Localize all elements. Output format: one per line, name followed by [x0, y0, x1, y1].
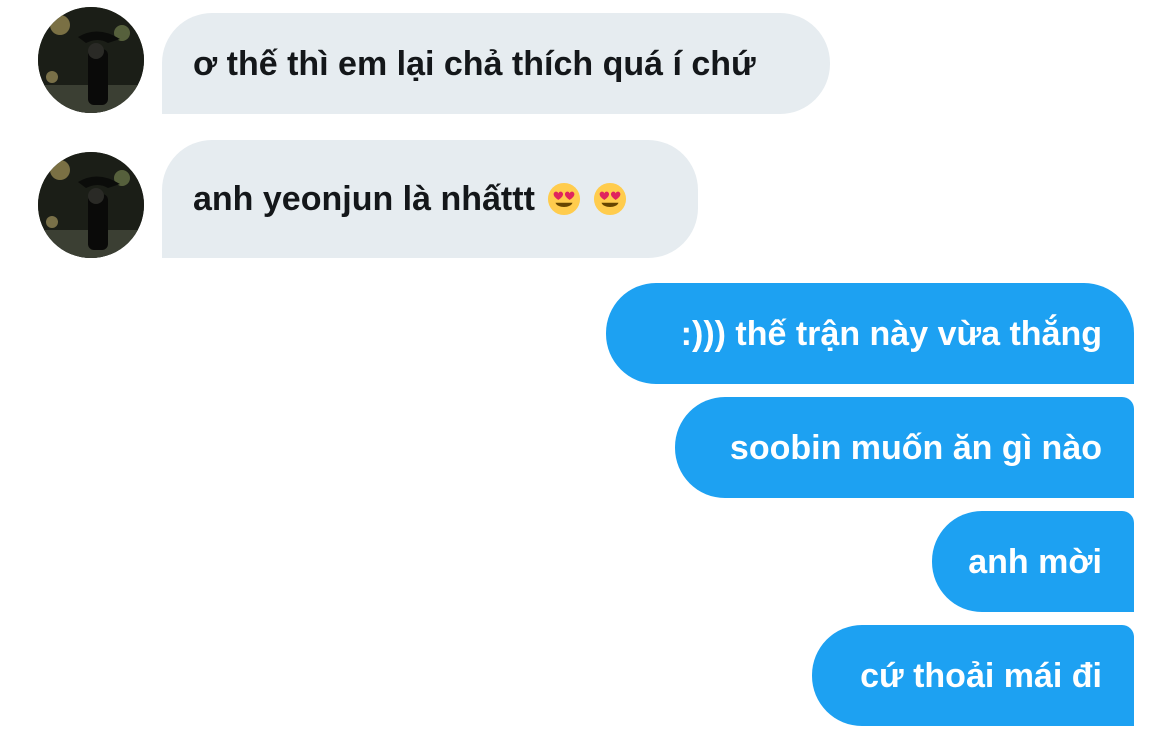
avatar-photo-icon: [38, 7, 144, 113]
message-text: :))) thế trận này vừa thắng: [680, 314, 1102, 353]
message-text: anh mời: [968, 542, 1102, 581]
message-text: ơ thế thì em lại chả thích quá í chứ: [193, 44, 756, 83]
incoming-message-bubble[interactable]: ơ thế thì em lại chả thích quá í chứ: [162, 13, 830, 114]
incoming-message-bubble[interactable]: anh yeonjun là nhấttt: [162, 140, 698, 258]
sender-avatar[interactable]: [38, 152, 144, 258]
heart-eyes-emoji-icon: [547, 182, 580, 216]
avatar-photo-icon: [38, 152, 144, 258]
outgoing-message-bubble[interactable]: :))) thế trận này vừa thắng: [606, 283, 1134, 384]
sender-avatar[interactable]: [38, 7, 144, 113]
message-text: cứ thoải mái đi: [860, 656, 1102, 695]
outgoing-message-bubble[interactable]: anh mời: [932, 511, 1134, 612]
message-text: soobin muốn ăn gì nào: [729, 428, 1102, 467]
outgoing-message-bubble[interactable]: soobin muốn ăn gì nào: [675, 397, 1134, 498]
outgoing-message-bubble[interactable]: cứ thoải mái đi: [812, 625, 1134, 726]
message-text: anh yeonjun là nhấttt: [193, 180, 535, 218]
heart-eyes-emoji-icon: [593, 182, 626, 216]
